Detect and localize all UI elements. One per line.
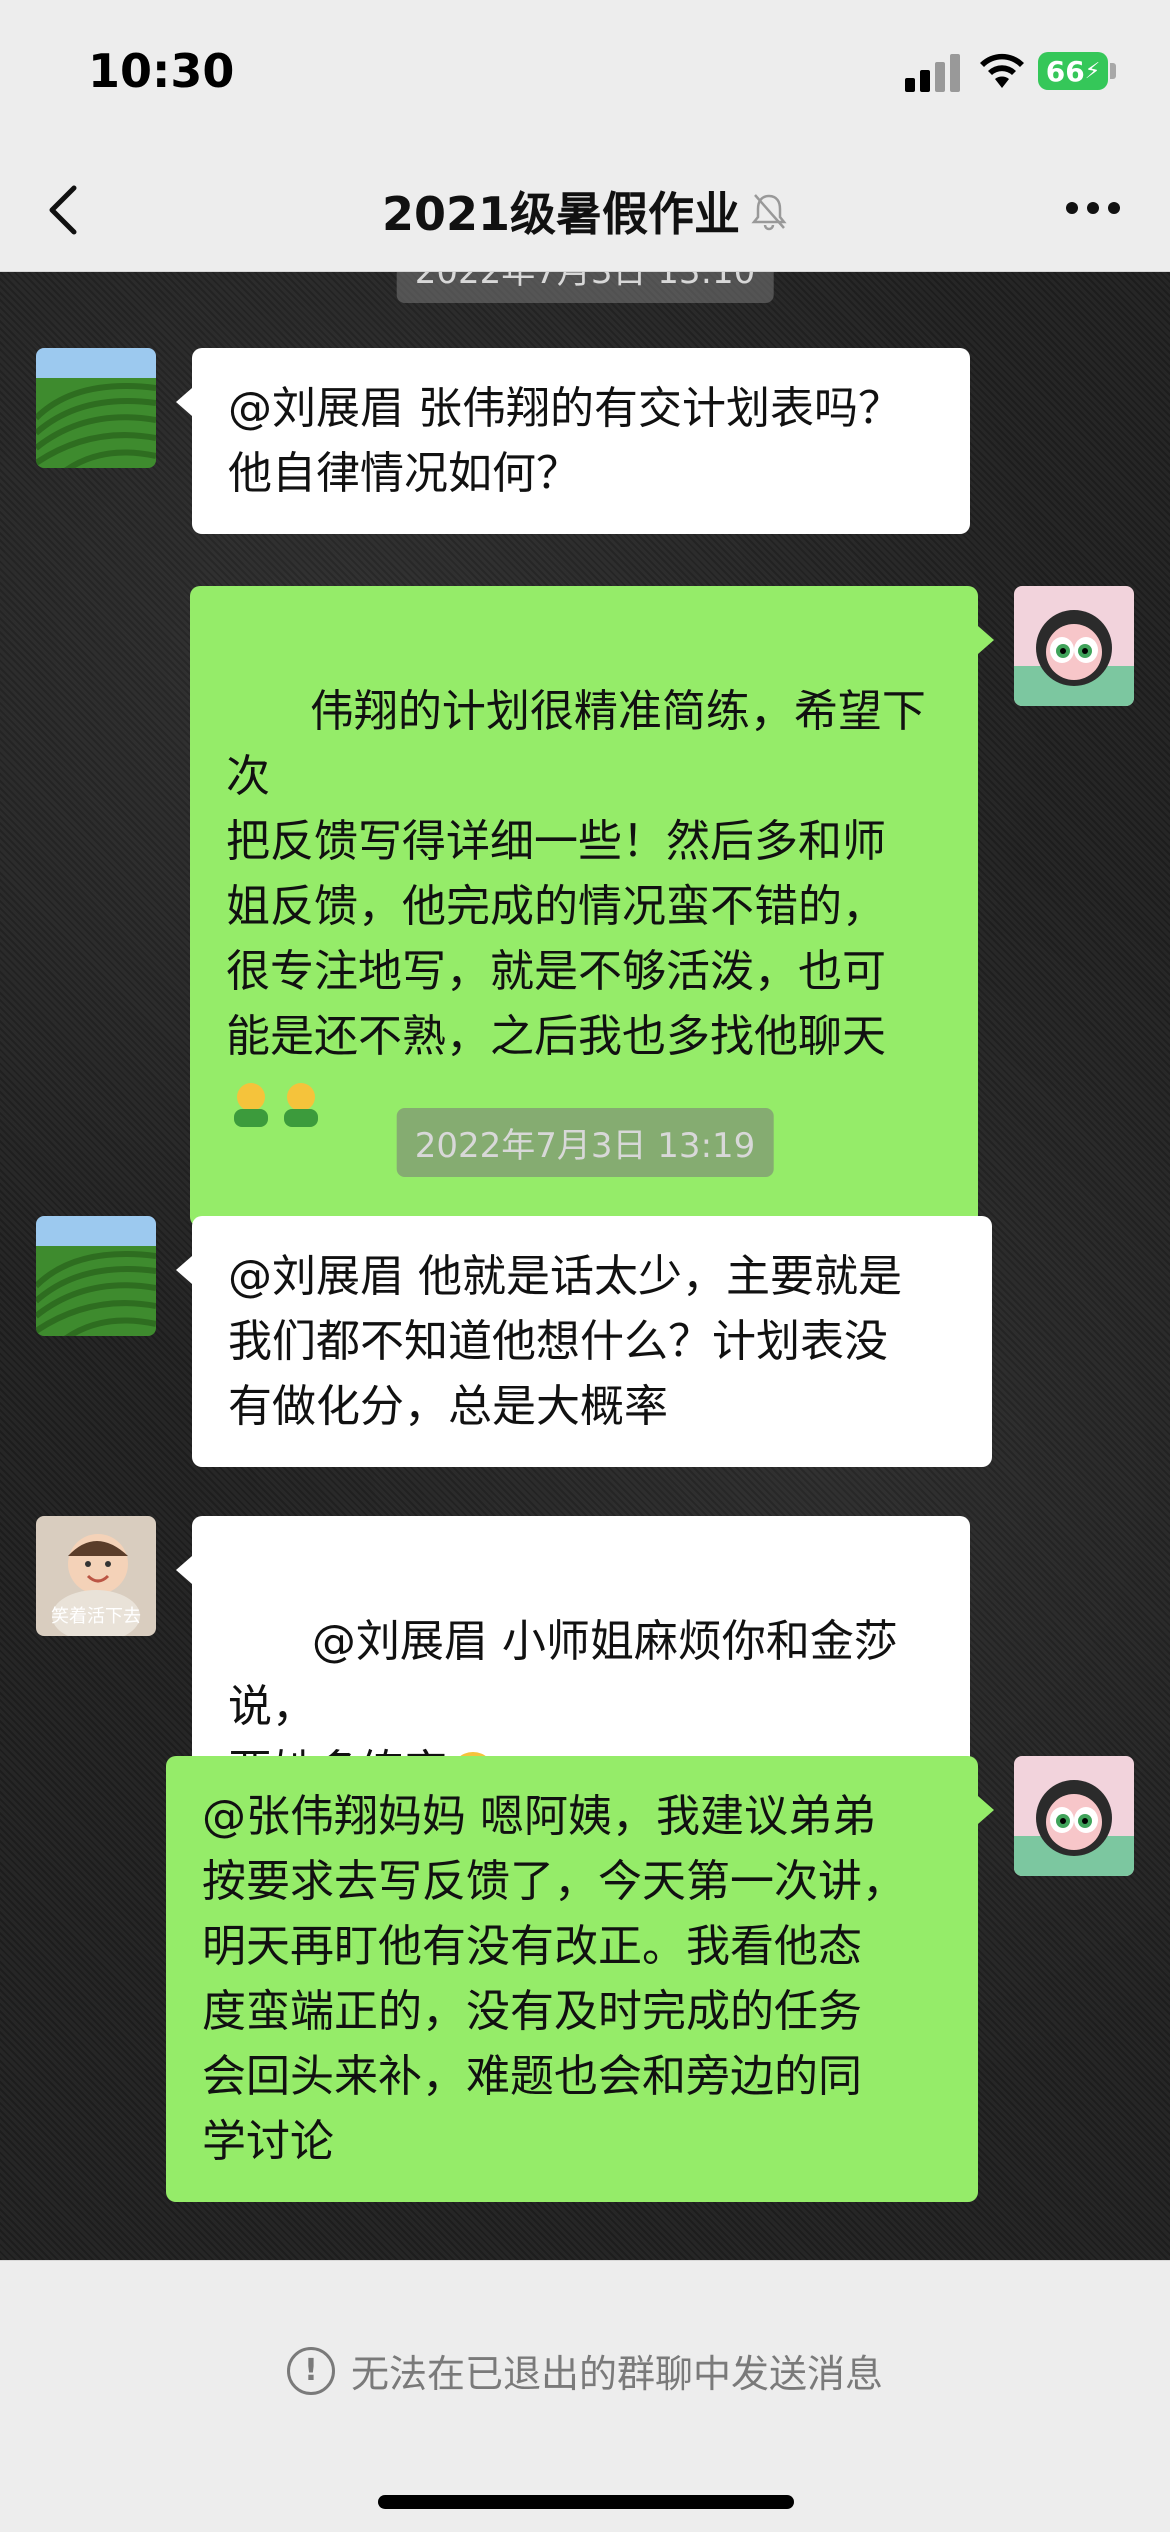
baby-avatar[interactable]: 笑着活下去 <box>36 1516 156 1636</box>
message-bubble[interactable]: @张伟翔妈妈 嗯阿姨，我建议弟弟 按要求去写反馈了，今天第一次讲， 明天再盯他有… <box>166 1756 994 2202</box>
message-text: 伟翔的计划很精准简练，希望下次 把反馈写得详细一些！然后多和师 姐反馈，他完成的… <box>226 686 926 1062</box>
bell-slash-icon <box>751 194 787 231</box>
chat-area[interactable]: 2022年7月3日 13:10 @刘展眉 张伟翔的有交计划表吗？ 他自律情况如何… <box>0 272 1170 2260</box>
wifi-icon <box>980 53 1024 88</box>
timestamp: 2022年7月3日 13:10 <box>396 272 774 303</box>
footer: ! 无法在已退出的群聊中发送消息 <box>0 2260 1170 2532</box>
chat-title: 2021级暑假作业 <box>381 187 741 241</box>
battery-indicator: 66 ⚡ <box>1038 52 1108 90</box>
timestamp: 2022年7月3日 13:19 <box>396 1108 774 1177</box>
battery-cap <box>1110 63 1116 79</box>
notice-text: 无法在已退出的群聊中发送消息 <box>350 2352 883 2396</box>
message-bubble[interactable]: @刘展眉 他就是话太少，主要就是 我们都不知道他想什么？计划表没 有做化分，总是… <box>176 1216 992 1467</box>
chat-screen: 10:30 66 ⚡ 2021级暑假作业 2022年7月3日 13:10 @刘展… <box>0 0 1170 2532</box>
exclamation-circle-icon: ! <box>286 2346 335 2395</box>
nav-bar: 2021级暑假作业 <box>0 150 1170 272</box>
exit-notice: ! 无法在已退出的群聊中发送消息 <box>0 2343 1170 2398</box>
status-bar: 10:30 66 ⚡ <box>0 0 1170 150</box>
cartoon-girl-avatar[interactable] <box>1014 1756 1134 1876</box>
tea-field-avatar[interactable] <box>36 348 156 468</box>
hug-emoji-icon <box>284 1083 318 1127</box>
home-indicator[interactable] <box>378 2495 794 2509</box>
status-time: 10:30 <box>88 44 235 98</box>
signal-icon <box>905 52 961 92</box>
title-wrap: 2021级暑假作业 <box>0 178 1170 244</box>
cartoon-girl-avatar[interactable] <box>1014 586 1134 706</box>
message-bubble[interactable]: @刘展眉 张伟翔的有交计划表吗？ 他自律情况如何？ <box>176 348 970 534</box>
avatar-caption: 笑着活下去 <box>51 1606 141 1627</box>
hug-emoji-icon <box>234 1083 268 1127</box>
more-horizontal-icon[interactable] <box>1066 202 1120 216</box>
battery-level: 66 <box>1045 54 1085 88</box>
tea-field-avatar[interactable] <box>36 1216 156 1336</box>
